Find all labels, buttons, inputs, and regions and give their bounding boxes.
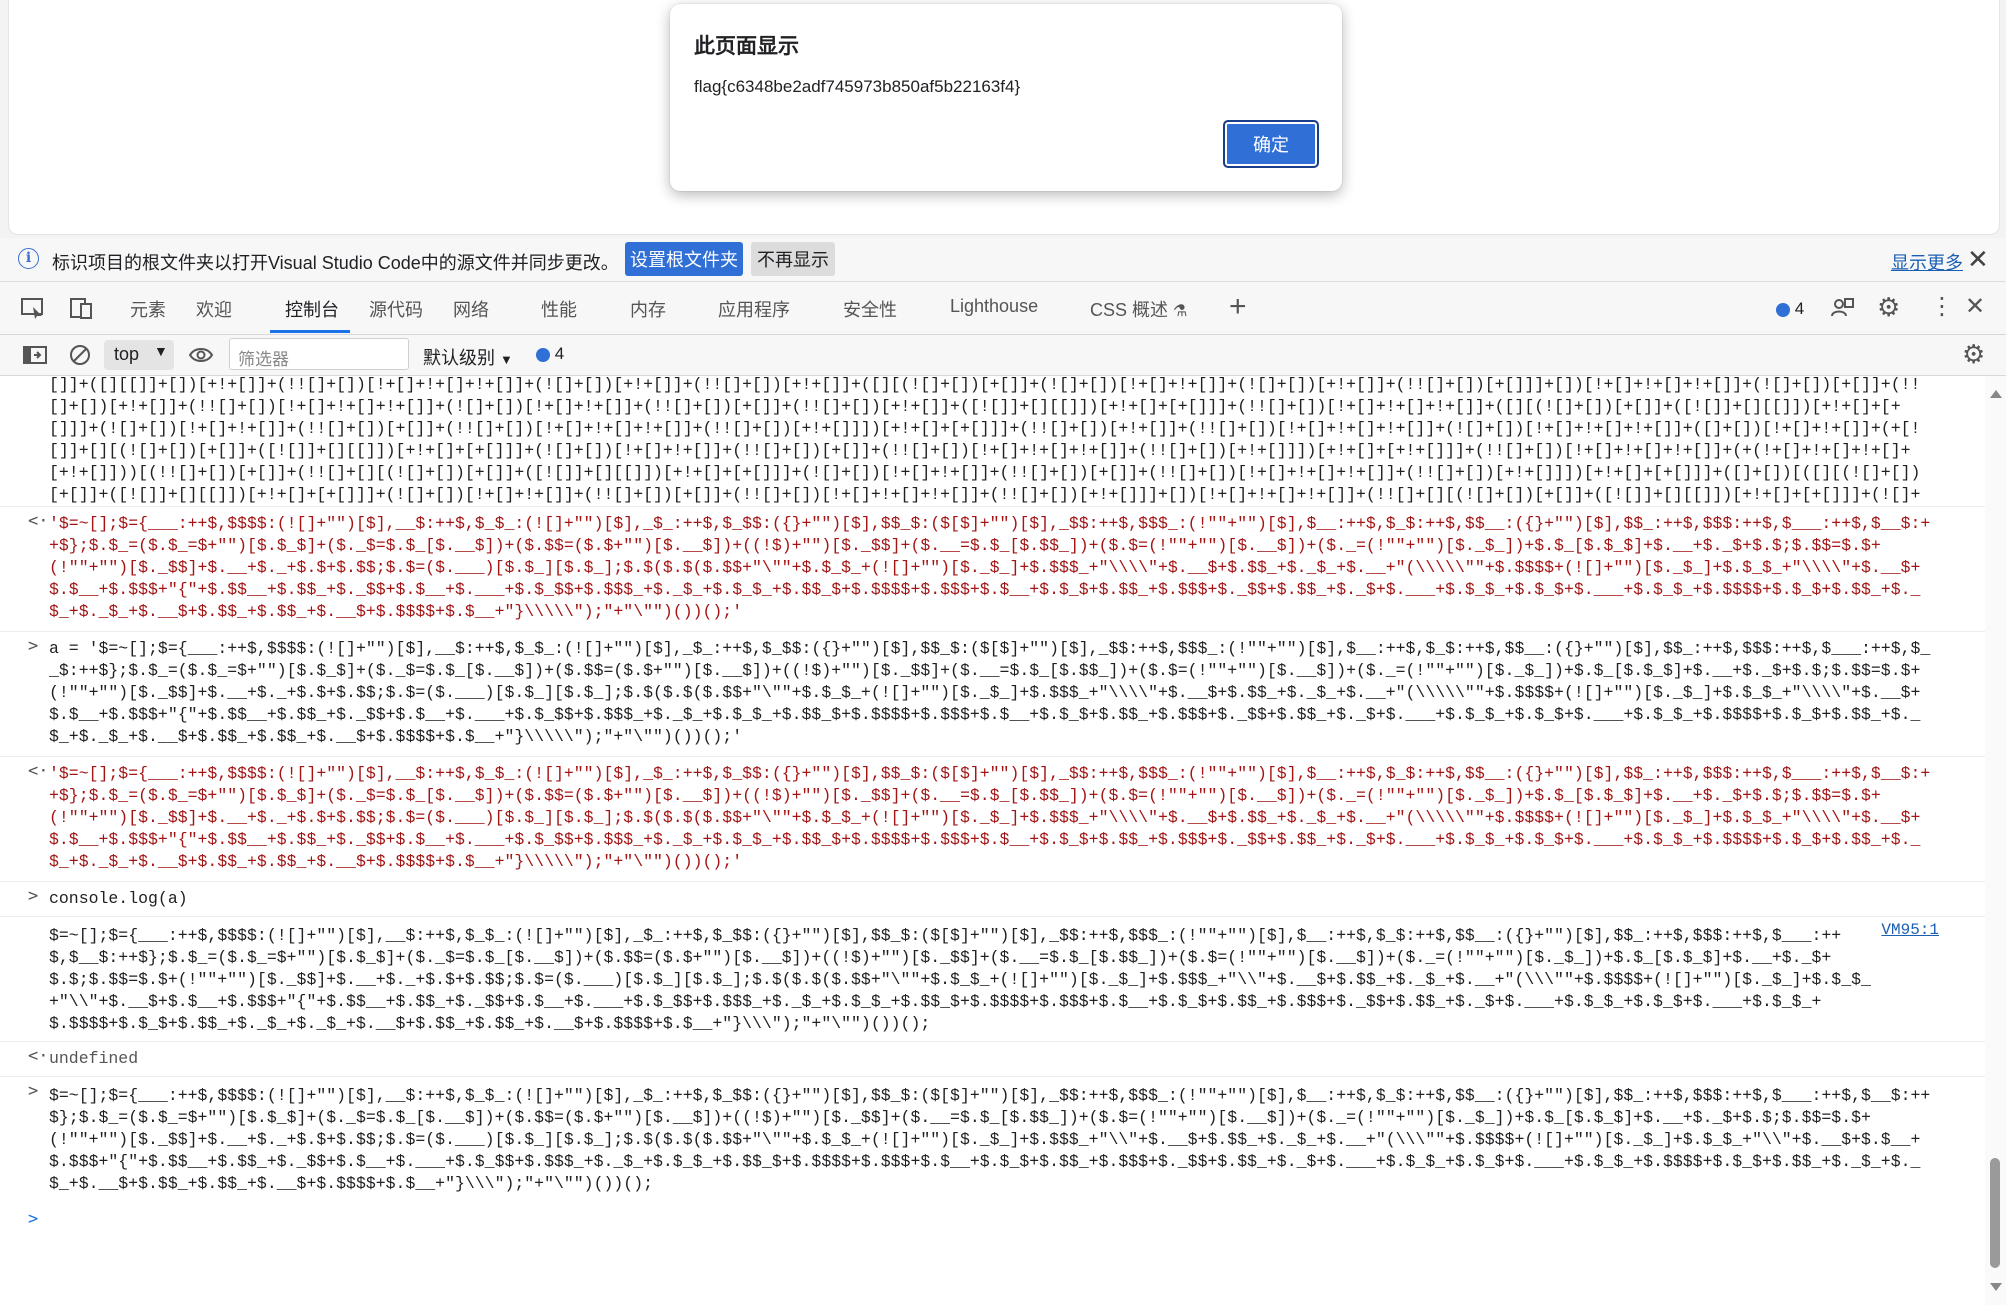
chevron-down-icon: ▼ <box>154 343 168 359</box>
live-expression-eye-icon[interactable] <box>188 344 214 366</box>
info-icon: i <box>18 248 39 269</box>
tab-network[interactable]: 网络 <box>453 296 489 322</box>
issues-icon <box>1776 302 1790 317</box>
scrollbar-thumb[interactable] <box>1990 1158 2000 1268</box>
console-entry: > console.log(a) <box>0 882 1985 917</box>
console-entry: > a = '$=~[];$={___:++$,$$$$:(![]+"")[$]… <box>0 632 1985 757</box>
input-arrow-icon: > <box>28 1081 39 1101</box>
context-value: top <box>114 344 140 364</box>
clear-console-icon[interactable] <box>68 343 92 367</box>
set-root-folder-button[interactable]: 设置根文件夹 <box>625 242 743 276</box>
tab-css-overview[interactable]: CSS 概述 ⚗ <box>1090 296 1187 322</box>
page-viewport: 此页面显示 flag{c6348be2adf745973b850af5b2216… <box>0 0 2006 238</box>
input-arrow-icon: > <box>28 886 39 906</box>
issues-count: 4 <box>1794 299 1805 318</box>
console-entry: []]+([][[]]+[])[+!+[]]+(!![]+[])[!+[]+!+… <box>0 376 1985 507</box>
settings-gear-icon[interactable]: ⚙ <box>1877 292 1900 323</box>
result-arrow-icon: <· <box>28 1046 49 1066</box>
filter-input[interactable]: 筛选器 <box>229 338 409 370</box>
scroll-down-arrow-icon[interactable] <box>1990 1283 2002 1291</box>
log-levels-label: 默认级别 <box>423 348 495 368</box>
source-link[interactable]: VM95:1 <box>1881 921 1939 939</box>
close-devtools-icon[interactable]: ✕ <box>1965 292 1985 321</box>
alert-ok-button[interactable]: 确定 <box>1223 120 1319 168</box>
tab-performance[interactable]: 性能 <box>541 296 577 322</box>
dont-show-again-button[interactable]: 不再显示 <box>751 242 835 276</box>
device-toolbar-icon[interactable] <box>69 296 95 320</box>
tab-security[interactable]: 安全性 <box>843 296 897 322</box>
console-entry-text[interactable]: a = '$=~[];$={___:++$,$$$$:(![]+"")[$],_… <box>49 638 1939 748</box>
console-entry: > $=~[];$={___:++$,$$$$:(![]+"")[$],__$:… <box>0 1077 1985 1201</box>
result-arrow-icon: <· <box>28 511 49 531</box>
active-tab-indicator <box>270 330 350 333</box>
console-toolbar: top ▼ 筛选器 默认级别 ▼ 4 ⚙ <box>0 335 2006 376</box>
alert-message: flag{c6348be2adf745973b850af5b22163f4} <box>694 77 1021 96</box>
console-entry-text[interactable]: '$=~[];$={___:++$,$$$$:(![]+"")[$],__$:+… <box>49 513 1939 623</box>
infobar-message: 标识项目的根文件夹以打开Visual Studio Code中的源文件并同步更改… <box>52 253 619 273</box>
workspace-infobar: i 标识项目的根文件夹以打开Visual Studio Code中的源文件并同步… <box>0 238 2006 282</box>
show-more-link[interactable]: 显示更多 <box>1891 249 1963 275</box>
context-selector[interactable]: top ▼ <box>104 340 174 370</box>
console-output: []]+([][[]]+[])[+!+[]]+(!![]+[])[!+[]+!+… <box>0 376 1985 1305</box>
customize-people-icon[interactable] <box>1830 296 1856 320</box>
tab-css-overview-label: CSS 概述 <box>1090 300 1169 320</box>
log-levels-dropdown[interactable]: 默认级别 ▼ <box>423 344 513 370</box>
devtools-tabbar: 元素 欢迎 控制台 源代码 网络 性能 内存 应用程序 安全性 Lighthou… <box>0 282 2006 335</box>
console-entry-text[interactable]: '$=~[];$={___:++$,$$$$:(![]+"")[$],__$:+… <box>49 763 1939 873</box>
console-settings-gear-icon[interactable]: ⚙ <box>1962 339 1985 370</box>
console-entry: <· '$=~[];$={___:++$,$$$$:(![]+"")[$],__… <box>0 757 1985 882</box>
more-tabs-plus-icon[interactable]: + <box>1229 290 1247 324</box>
issues-icon <box>536 347 550 362</box>
console-entry: VM95:1 $=~[];$={___:++$,$$$$:(![]+"")[$]… <box>0 917 1985 1042</box>
console-entry-text[interactable]: $=~[];$={___:++$,$$$$:(![]+"")[$],__$:++… <box>49 1085 1939 1195</box>
scroll-up-arrow-icon[interactable] <box>1990 390 2002 398</box>
tab-lighthouse[interactable]: Lighthouse <box>950 296 1038 317</box>
close-icon[interactable]: ✕ <box>1967 244 1989 275</box>
issues-badge[interactable]: 4 <box>1776 299 1804 319</box>
tab-memory[interactable]: 内存 <box>630 296 666 322</box>
console-entry-text[interactable]: console.log(a) <box>49 888 1939 910</box>
console-entry: <· '$=~[];$={___:++$,$$$$:(![]+"")[$],__… <box>0 507 1985 632</box>
console-entry-text: undefined <box>49 1049 139 1068</box>
console-entry: <· undefined <box>0 1042 1985 1077</box>
result-arrow-icon: <· <box>28 761 49 781</box>
console-issues-badge[interactable]: 4 <box>536 344 564 364</box>
inspect-element-icon[interactable] <box>20 296 46 320</box>
chevron-down-icon: ▼ <box>500 352 513 367</box>
tab-sources[interactable]: 源代码 <box>369 296 423 322</box>
console-prompt[interactable]: > <box>0 1201 1985 1237</box>
tab-application[interactable]: 应用程序 <box>718 296 790 322</box>
tab-console[interactable]: 控制台 <box>285 296 339 322</box>
input-arrow-icon: > <box>28 636 39 656</box>
tab-elements[interactable]: 元素 <box>130 296 166 322</box>
console-entry-text: []]+([][[]]+[])[+!+[]]+(!![]+[])[!+[]+!+… <box>49 376 1921 504</box>
tab-welcome[interactable]: 欢迎 <box>196 296 232 322</box>
experiment-flask-icon: ⚗ <box>1173 303 1188 320</box>
prompt-chevron-icon: > <box>28 1209 39 1229</box>
console-scrollbar[interactable] <box>1985 376 2006 1305</box>
more-options-icon[interactable]: ⋮ <box>1930 292 1954 321</box>
console-entry-text[interactable]: $=~[];$={___:++$,$$$$:(![]+"")[$],__$:++… <box>49 925 1875 1035</box>
alert-dialog: 此页面显示 flag{c6348be2adf745973b850af5b2216… <box>670 4 1342 191</box>
console-issues-count: 4 <box>554 344 565 363</box>
show-sidebar-icon[interactable] <box>22 343 48 367</box>
alert-title: 此页面显示 <box>694 35 799 58</box>
